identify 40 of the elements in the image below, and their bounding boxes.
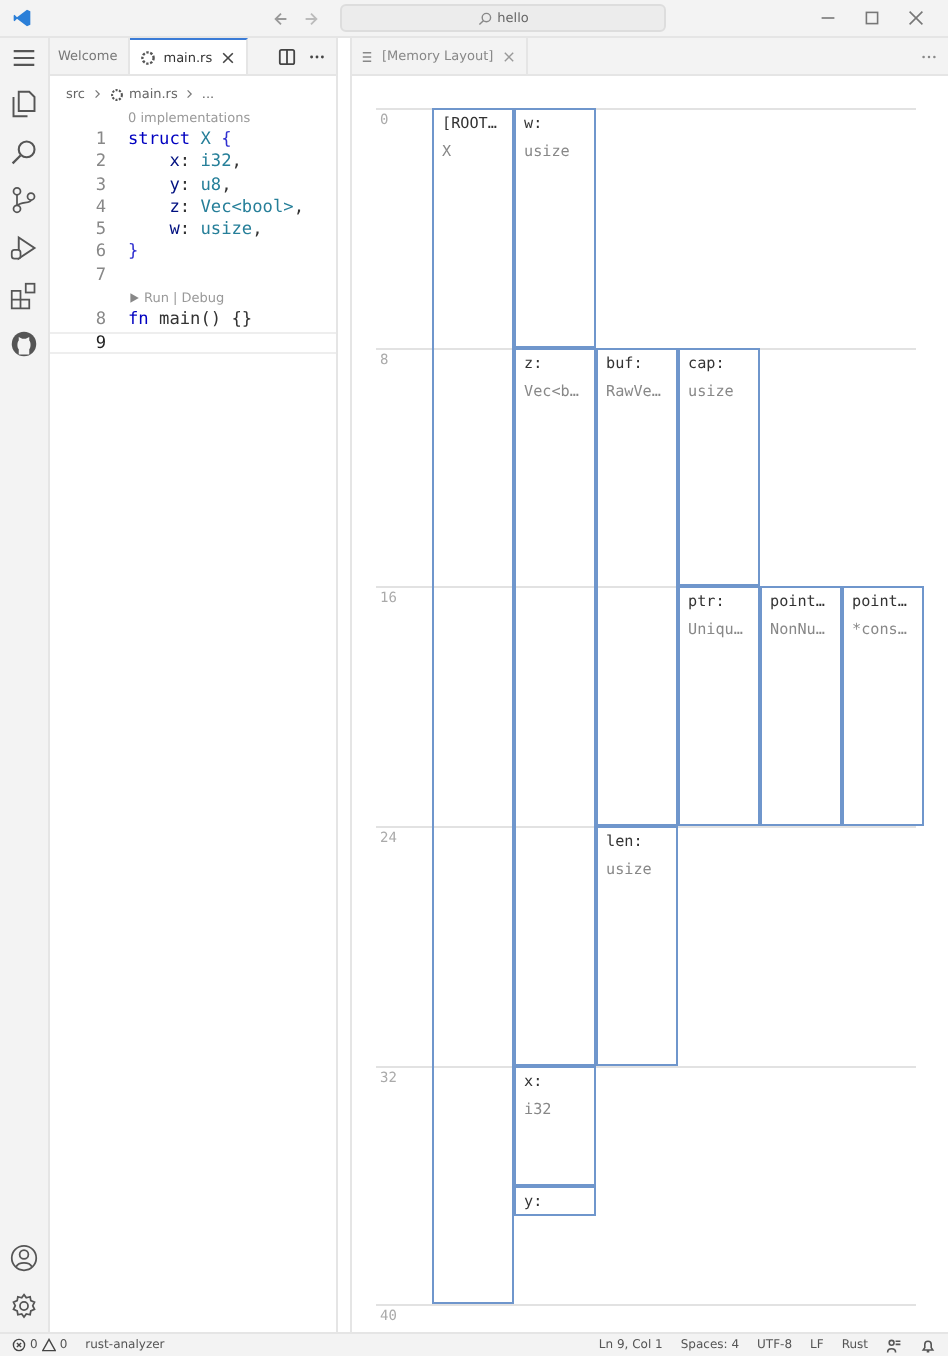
files-icon[interactable] [10,90,38,118]
menu-icon[interactable] [12,46,36,70]
code-line: x: i32, [167,152,242,173]
close-icon[interactable] [220,49,237,65]
gear-file-icon[interactable] [109,87,123,101]
line-number: 1 [93,129,108,150]
split-editor-icon[interactable] [278,47,296,65]
line-number: 5 [93,220,108,241]
extensions-icon[interactable] [10,282,38,310]
logo-icon [12,8,32,28]
line-number: 6 [93,242,108,263]
search-icon[interactable] [10,138,38,166]
feedback-icon[interactable] [886,1337,902,1353]
back-arrow-icon[interactable] [272,9,290,27]
line-number: 3 [93,175,108,196]
bell-icon[interactable] [920,1337,936,1353]
branch-icon[interactable] [10,186,38,214]
line-number: 9 [93,333,108,354]
code-line: struct X { [128,129,232,150]
code-line: z: Vec<bool>, [167,197,304,218]
code-line: w: usize, [167,220,263,241]
code-line: fn main() {} [128,310,253,331]
run-debug-icon[interactable] [10,234,38,262]
search-icon [477,11,492,25]
code-line: y: u8, [167,175,232,196]
line-number: 8 [93,310,108,331]
cat-silhouette-icon[interactable] [10,330,38,358]
account-icon[interactable] [10,1244,38,1272]
preview-icon [360,49,374,63]
gear-file-icon[interactable] [139,49,156,65]
maximize-icon[interactable] [864,10,880,26]
settings-icon[interactable] [10,1292,38,1320]
line-number: 7 [93,265,108,286]
line-number: 2 [93,152,108,173]
error-icon [12,1338,26,1352]
chevron-icon[interactable] [183,88,196,100]
line-number: 4 [93,197,108,218]
code-line: } [128,242,139,263]
chevron-icon[interactable] [91,88,103,100]
warning-icon [41,1338,56,1352]
